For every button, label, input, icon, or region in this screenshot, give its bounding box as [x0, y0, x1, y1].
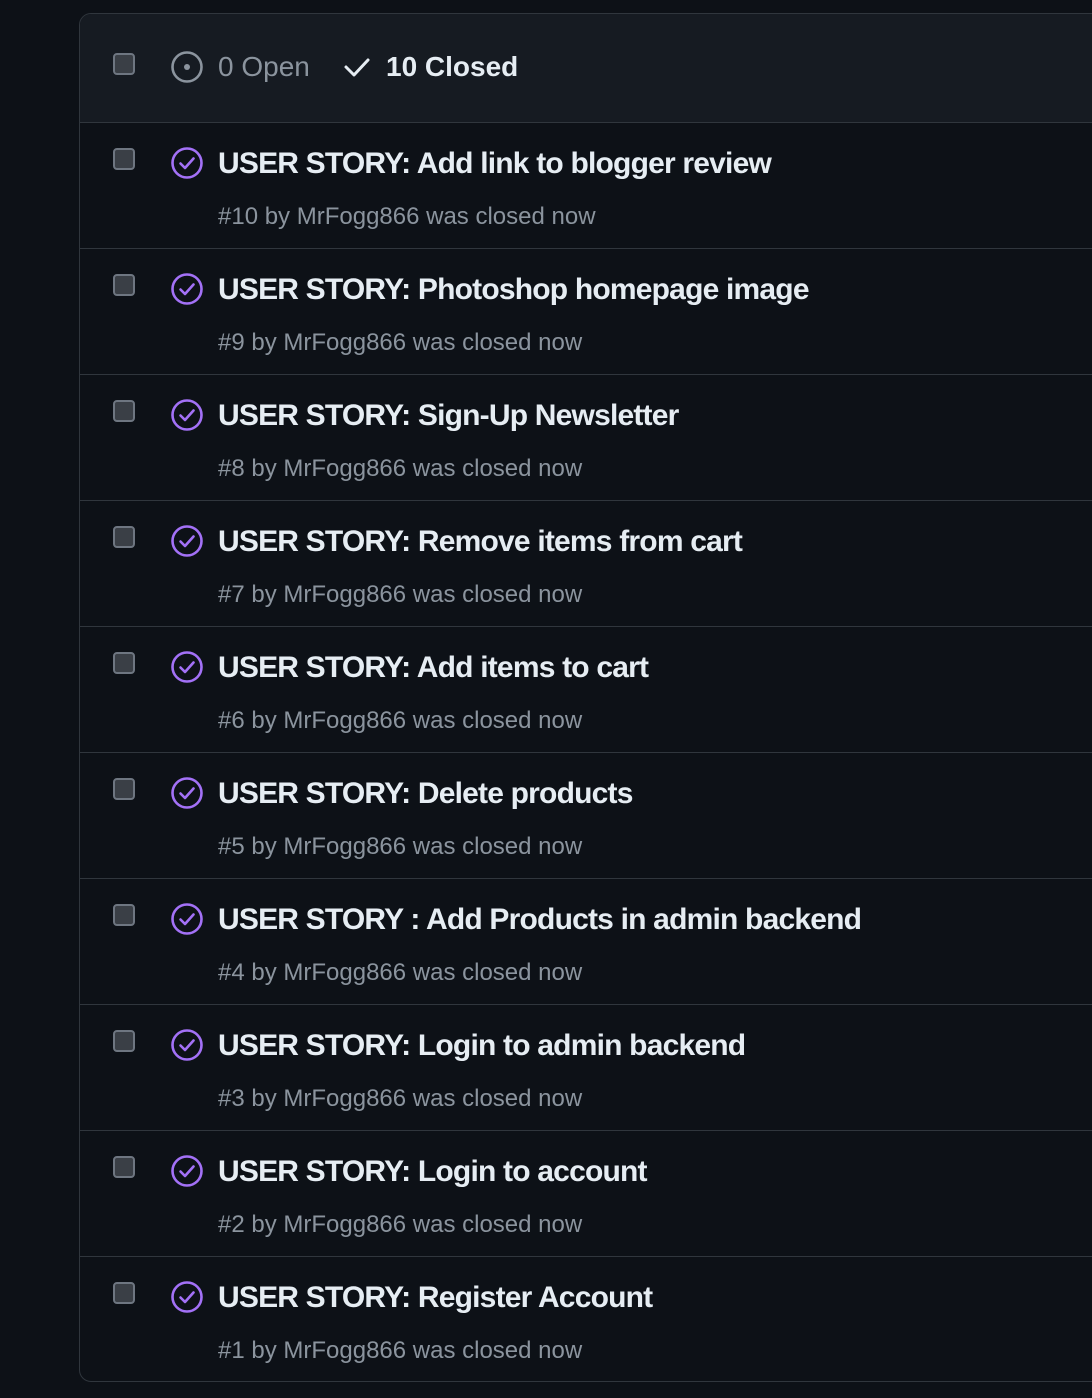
- issue-row: USER STORY: Remove items from cart #7 by…: [80, 501, 1092, 627]
- issue-meta: #1 by MrFogg866 was closed now: [218, 1337, 583, 1364]
- issue-checkbox[interactable]: [113, 526, 135, 548]
- issue-row: USER STORY: Photoshop homepage image #9 …: [80, 249, 1092, 375]
- issue-title-link[interactable]: USER STORY: Delete products: [218, 777, 633, 811]
- issue-checkbox[interactable]: [113, 274, 135, 296]
- issue-closed-icon: [170, 650, 204, 684]
- issues-list-header: 0 Open 10 Closed: [80, 14, 1092, 123]
- issue-checkbox[interactable]: [113, 1156, 135, 1178]
- issue-checkbox[interactable]: [113, 1282, 135, 1304]
- issue-title-link[interactable]: USER STORY: Login to account: [218, 1155, 648, 1189]
- issue-title-link[interactable]: USER STORY: Remove items from cart: [218, 525, 743, 559]
- issue-closed-icon: [170, 398, 204, 432]
- issue-row: USER STORY: Add link to blogger review #…: [80, 123, 1092, 249]
- issue-title-link[interactable]: USER STORY: Add items to cart: [218, 651, 649, 685]
- issue-title-link[interactable]: USER STORY: Photoshop homepage image: [218, 273, 810, 307]
- issues-list-box: 0 Open 10 Closed USER STORY: Add link to…: [79, 13, 1092, 1382]
- issue-title-link[interactable]: USER STORY: Add link to blogger review: [218, 147, 772, 181]
- open-issues-tab[interactable]: 0 Open: [170, 49, 310, 85]
- issue-meta: #2 by MrFogg866 was closed now: [218, 1211, 583, 1238]
- check-icon: [342, 52, 372, 82]
- issue-closed-icon: [170, 1028, 204, 1062]
- issue-title-link[interactable]: USER STORY: Login to admin backend: [218, 1029, 746, 1063]
- issue-row: USER STORY: Delete products #5 by MrFogg…: [80, 753, 1092, 879]
- issue-closed-icon: [170, 902, 204, 936]
- issue-row: USER STORY: Login to admin backend #3 by…: [80, 1005, 1092, 1131]
- issue-checkbox[interactable]: [113, 400, 135, 422]
- issue-meta: #10 by MrFogg866 was closed now: [218, 203, 596, 230]
- issue-meta: #7 by MrFogg866 was closed now: [218, 581, 583, 608]
- issue-title-link[interactable]: USER STORY: Sign-Up Newsletter: [218, 399, 679, 433]
- issue-open-icon: [170, 50, 204, 84]
- issue-row: USER STORY : Add Products in admin backe…: [80, 879, 1092, 1005]
- issue-row: USER STORY: Register Account #1 by MrFog…: [80, 1257, 1092, 1381]
- issue-checkbox[interactable]: [113, 652, 135, 674]
- issue-closed-icon: [170, 776, 204, 810]
- issue-meta: #5 by MrFogg866 was closed now: [218, 833, 583, 860]
- issue-meta: #6 by MrFogg866 was closed now: [218, 707, 583, 734]
- issue-row: USER STORY: Sign-Up Newsletter #8 by MrF…: [80, 375, 1092, 501]
- closed-issues-label: 10 Closed: [386, 51, 519, 82]
- issue-closed-icon: [170, 1154, 204, 1188]
- issue-checkbox[interactable]: [113, 778, 135, 800]
- issue-meta: #8 by MrFogg866 was closed now: [218, 455, 583, 482]
- issue-closed-icon: [170, 272, 204, 306]
- issue-closed-icon: [170, 1280, 204, 1314]
- issue-checkbox[interactable]: [113, 904, 135, 926]
- issues-list: USER STORY: Add link to blogger review #…: [80, 123, 1092, 1381]
- issue-meta: #4 by MrFogg866 was closed now: [218, 959, 583, 986]
- open-issues-label: 0 Open: [218, 51, 310, 82]
- select-all-checkbox[interactable]: [113, 53, 135, 75]
- issue-checkbox[interactable]: [113, 1030, 135, 1052]
- issue-meta: #9 by MrFogg866 was closed now: [218, 329, 583, 356]
- issue-row: USER STORY: Login to account #2 by MrFog…: [80, 1131, 1092, 1257]
- closed-issues-tab[interactable]: 10 Closed: [342, 49, 518, 85]
- issue-row: USER STORY: Add items to cart #6 by MrFo…: [80, 627, 1092, 753]
- issue-title-link[interactable]: USER STORY: Register Account: [218, 1281, 653, 1315]
- issue-closed-icon: [170, 524, 204, 558]
- issue-title-link[interactable]: USER STORY : Add Products in admin backe…: [218, 903, 862, 937]
- issue-closed-icon: [170, 146, 204, 180]
- issue-meta: #3 by MrFogg866 was closed now: [218, 1085, 583, 1112]
- issue-checkbox[interactable]: [113, 148, 135, 170]
